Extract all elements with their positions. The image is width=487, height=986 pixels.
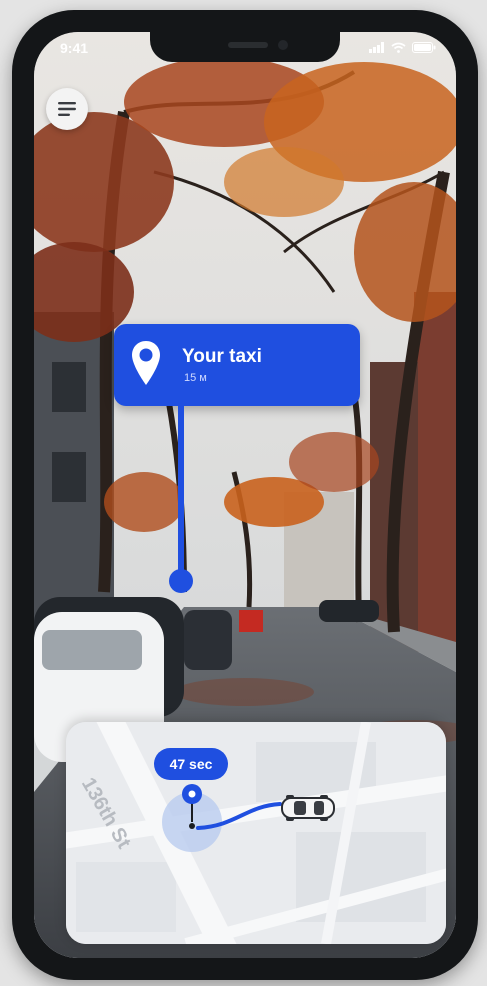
phone-frame: 9:41 Your taxi 15 м 136th St 47 sec bbox=[12, 10, 478, 980]
taxi-distance: 15 м bbox=[184, 372, 207, 384]
taxi-pointer-dot bbox=[169, 569, 193, 593]
status-icons bbox=[369, 42, 436, 53]
front-camera bbox=[278, 40, 288, 50]
signal-icon bbox=[369, 42, 384, 53]
taxi-info-card[interactable]: Your taxi 15 м bbox=[114, 324, 360, 406]
taxi-pointer-line bbox=[178, 406, 184, 582]
status-time: 9:41 bbox=[60, 40, 89, 56]
taxi-title: Your taxi bbox=[182, 346, 262, 367]
location-pin-icon bbox=[132, 341, 160, 385]
speaker bbox=[228, 42, 268, 48]
car-icon bbox=[281, 795, 335, 821]
notch bbox=[150, 32, 340, 62]
eta-badge: 47 sec bbox=[154, 748, 228, 780]
menu-button[interactable] bbox=[46, 88, 88, 130]
screen: 9:41 Your taxi 15 м 136th St 47 sec bbox=[34, 32, 456, 958]
mini-map[interactable]: 136th St 47 sec bbox=[66, 722, 446, 944]
hamburger-menu-icon bbox=[58, 102, 76, 116]
wifi-icon bbox=[391, 42, 406, 53]
battery-icon bbox=[412, 42, 436, 53]
